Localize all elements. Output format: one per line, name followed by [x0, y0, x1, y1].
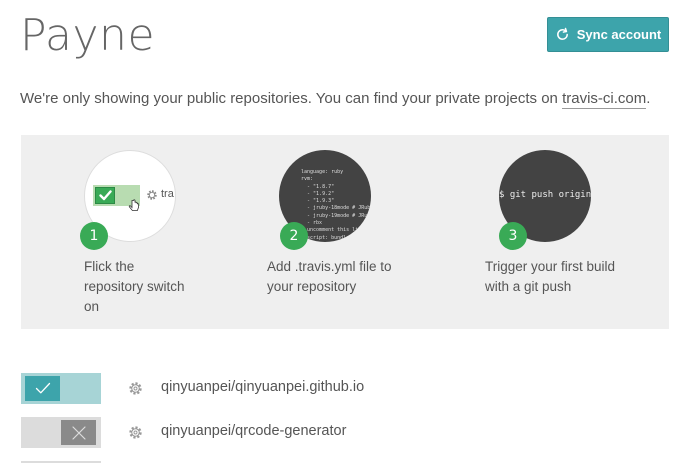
repository-row: qinyuanpei/qrcode-generator	[21, 417, 541, 448]
x-icon	[61, 420, 96, 445]
public-repos-notice: We're only showing your public repositor…	[20, 90, 651, 109]
git-push-command: $ git push origin	[499, 190, 591, 200]
sync-account-label: Sync account	[576, 27, 662, 42]
travis-yml-code: language: ruby rvm: - "1.8.7" - "1.9.2" …	[301, 169, 371, 241]
getting-started-panel: tra 1 Flick the repository switch on lan…	[21, 135, 669, 329]
travis-ci-com-link[interactable]: travis-ci.com	[562, 90, 647, 109]
notice-text: We're only showing your public repositor…	[20, 90, 563, 107]
repository-row: qinyuanpei/qinyuanpei.github.io	[21, 373, 541, 404]
step-3-line: with a git push	[485, 279, 572, 294]
repository-toggle[interactable]	[21, 417, 101, 448]
sync-account-button[interactable]: Sync account	[547, 17, 669, 52]
step-1-line: on	[84, 299, 100, 314]
hand-cursor-icon	[128, 199, 139, 211]
repository-settings-gear-icon[interactable]	[128, 381, 143, 396]
check-icon	[25, 376, 60, 401]
repository-name[interactable]: qinyuanpei/qinyuanpei.github.io	[161, 379, 364, 395]
step-3-text: Trigger your first build with a git push	[485, 257, 615, 297]
step-2-badge: 2	[280, 222, 308, 250]
repository-toggle[interactable]	[21, 373, 101, 404]
page-title: Payne	[20, 10, 156, 61]
step-3-badge: 3	[499, 222, 527, 250]
step-2-text: Add .travis.yml file to your repository	[267, 257, 392, 297]
illustration-repo-label: tra	[161, 188, 174, 200]
repository-settings-gear-icon[interactable]	[128, 425, 143, 440]
sync-icon	[556, 27, 568, 40]
gear-icon	[147, 190, 157, 200]
step-1-line: repository switch	[84, 279, 185, 294]
step-1-badge: 1	[80, 222, 108, 250]
check-icon	[95, 187, 115, 204]
step-2-line: Add .travis.yml file to	[267, 259, 392, 274]
step-1-line: Flick the	[84, 259, 135, 274]
step-1-text: Flick the repository switch on	[84, 257, 185, 317]
repository-name[interactable]: qinyuanpei/qrcode-generator	[161, 423, 346, 439]
step-2-line: your repository	[267, 279, 357, 294]
notice-suffix: .	[646, 90, 651, 107]
step-3-line: Trigger your first build	[485, 259, 616, 274]
